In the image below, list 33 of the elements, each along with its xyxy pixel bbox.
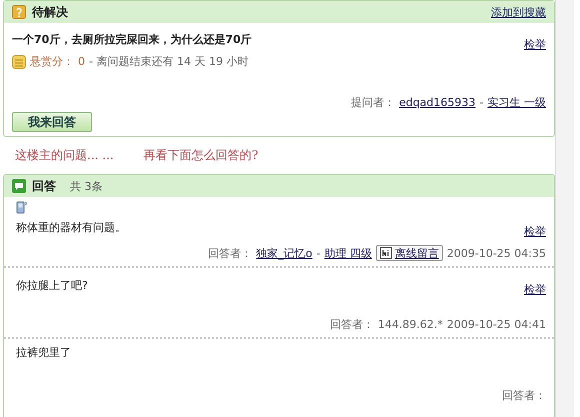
coin-stack-icon — [12, 54, 26, 68]
asker-label: 提问者： — [351, 95, 396, 110]
question-mark-icon — [12, 5, 26, 19]
responder-rank[interactable]: 助理 四级 — [324, 246, 372, 260]
question-title: 一个70斤，去厕所拉完屎回来，为什么还是70斤 — [12, 32, 252, 47]
answer-button[interactable]: 我来回答 — [12, 112, 92, 132]
responder-name: 144.89.62.* — [378, 318, 443, 331]
time-left: - 离问题结束还有 14 天 19 小时 — [89, 54, 248, 69]
reward-label: 悬赏分： — [30, 54, 74, 69]
report-link[interactable]: 检举 — [524, 282, 546, 297]
report-link[interactable]: 检举 — [524, 37, 546, 52]
answer-time: 2009-10-25 04:41 — [446, 318, 546, 331]
separator: - — [316, 246, 320, 260]
favorite-link[interactable]: 添加到搜藏 — [491, 4, 546, 20]
panel-title: 回答 — [32, 178, 56, 194]
answer-count: 共 3条 — [70, 178, 102, 194]
report-link[interactable]: 检举 — [524, 224, 546, 239]
responder-label: 回答者： — [208, 246, 252, 260]
answer-time: 2009-10-25 04:35 — [446, 246, 546, 260]
answer-text: 称体重的器材有问题。 — [16, 220, 126, 235]
message-button[interactable]: 离线留言 — [376, 245, 443, 261]
caption-text: 这楼主的问题... ... — [15, 147, 114, 164]
caption-text: 再看下面怎么回答的? — [144, 147, 258, 164]
answer-text: 拉裤兜里了 — [16, 345, 71, 360]
reward-value: 0 — [78, 55, 85, 68]
asker-rank[interactable]: 实习生 一级 — [488, 95, 546, 110]
responder-name[interactable]: 独家_记忆o — [256, 246, 312, 260]
answer-text: 你拉腿上了吧? — [16, 278, 88, 293]
responder-label: 回答者： — [502, 388, 546, 403]
separator: - — [480, 96, 484, 109]
panel-title: 待解决 — [32, 4, 68, 20]
asker-name[interactable]: edqad165933 — [399, 96, 476, 109]
responder-label: 回答者： — [330, 317, 374, 332]
